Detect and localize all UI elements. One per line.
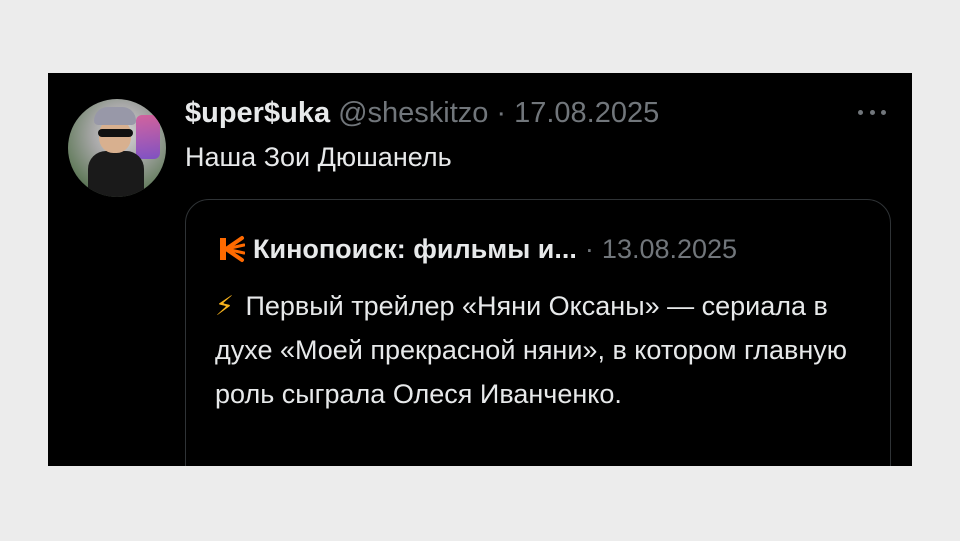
kinopoisk-logo-icon xyxy=(220,236,245,262)
quoted-header: Кинопоиск: фильмы и... · 13.08.2025 xyxy=(217,231,737,267)
more-options-icon[interactable] xyxy=(858,103,886,121)
lightning-emoji: ⚡ xyxy=(215,291,234,321)
tweet-header: $uper$uka @sheskitzo · 17.08.2025 xyxy=(185,93,659,133)
quoted-date[interactable]: 13.08.2025 xyxy=(602,234,737,265)
author-handle[interactable]: @sheskitzo xyxy=(338,97,488,130)
quoted-text-block: ⚡ Первый трейлер «Няни Оксаны» — сериала… xyxy=(215,284,865,416)
header-separator: · xyxy=(496,96,507,129)
more-dot-3 xyxy=(881,109,886,115)
author-name[interactable]: $uper$uka xyxy=(185,97,330,130)
more-dot-1 xyxy=(858,109,863,115)
quoted-separator: · xyxy=(584,233,594,264)
more-dot-2 xyxy=(869,109,875,115)
avatar-sunglasses xyxy=(98,129,133,137)
tweet-date[interactable]: 17.08.2025 xyxy=(514,97,659,130)
profile-avatar[interactable] xyxy=(68,99,166,197)
quoted-text: Первый трейлер «Няни Оксаны» — сериала в… xyxy=(215,291,848,409)
tweet-text: Наша Зои Дюшанель xyxy=(185,142,452,172)
tweet-card: $uper$uka @sheskitzo · 17.08.2025 Наша З… xyxy=(48,73,912,466)
avatar-body xyxy=(88,151,144,197)
quoted-author-name[interactable]: Кинопоиск: фильмы и... xyxy=(253,234,577,265)
avatar-background-flag xyxy=(136,115,160,159)
avatar-cap xyxy=(94,107,136,125)
quoted-tweet[interactable]: Кинопоиск: фильмы и... · 13.08.2025 ⚡ Пе… xyxy=(185,199,891,466)
